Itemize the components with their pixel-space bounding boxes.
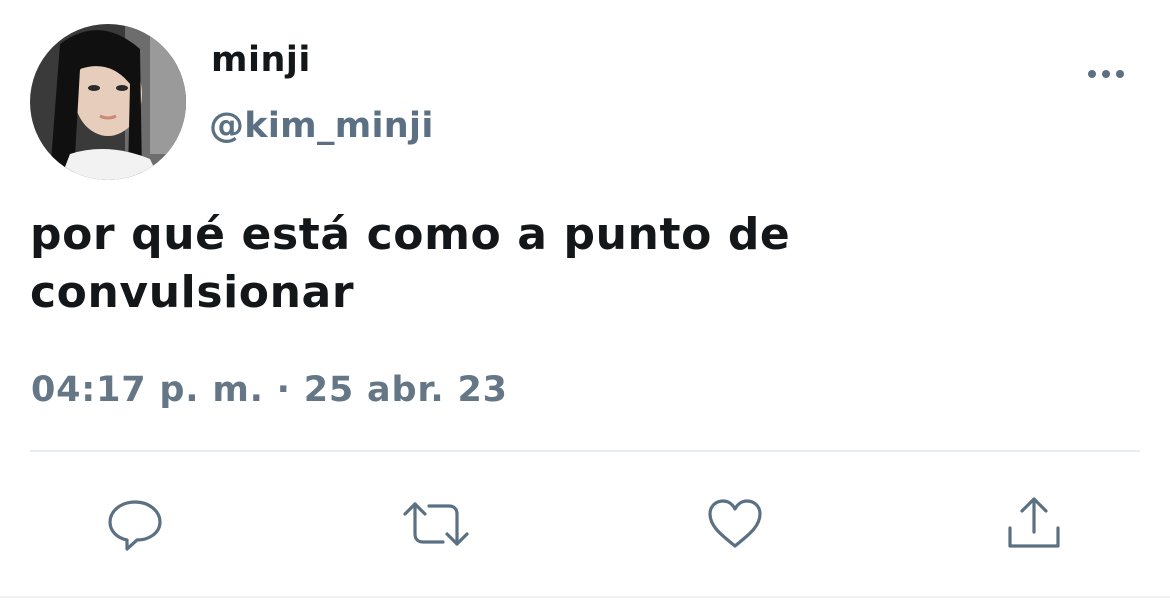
share-icon[interactable] xyxy=(1004,494,1064,554)
timestamp[interactable]: 04:17 p. m. · 25 abr. 23 xyxy=(31,370,508,410)
user-handle[interactable]: @kim_minji xyxy=(209,106,434,146)
bottom-divider xyxy=(0,596,1170,598)
tweet-text: por qué está como a punto de convulsiona… xyxy=(30,206,1030,322)
display-name[interactable]: minji xyxy=(211,40,311,80)
retweet-icon[interactable] xyxy=(401,494,469,554)
tweet-text-line: convulsionar xyxy=(30,267,355,318)
heart-icon[interactable] xyxy=(705,494,765,554)
reply-icon[interactable] xyxy=(105,494,165,554)
divider xyxy=(30,450,1140,452)
more-options-icon[interactable] xyxy=(1084,62,1128,86)
tweet-card: minji @kim_minji por qué está como a pun… xyxy=(0,0,1170,615)
tweet-text-line: por qué está como a punto de xyxy=(30,209,791,260)
avatar-image xyxy=(30,24,186,180)
avatar[interactable] xyxy=(30,24,186,180)
